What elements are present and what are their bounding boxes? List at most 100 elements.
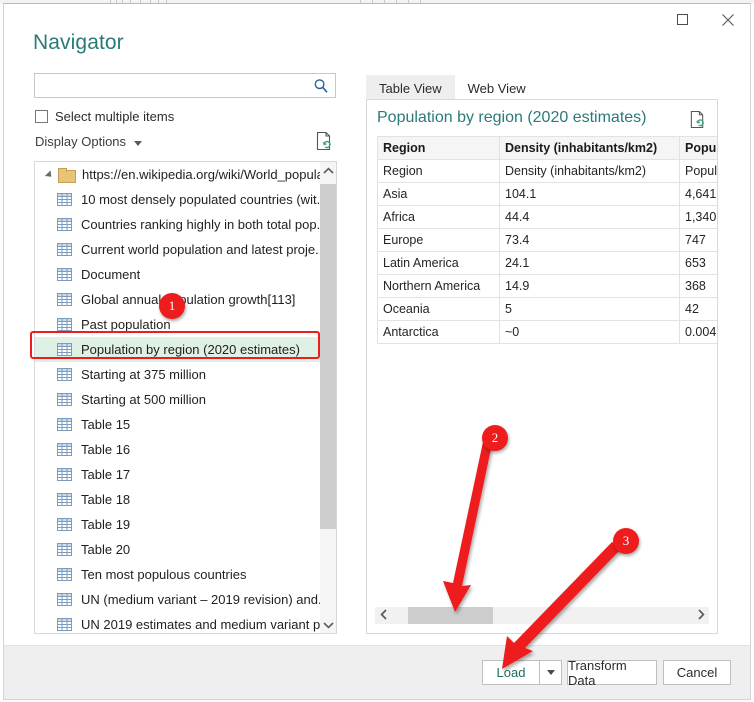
table-header-row: RegionDensity (inhabitants/km2)Populatio… [377, 136, 717, 160]
close-button[interactable] [705, 4, 750, 35]
tree-vertical-scrollbar[interactable] [320, 162, 336, 633]
table-icon [57, 243, 72, 256]
column-header[interactable]: Density (inhabitants/km2) [499, 136, 680, 160]
cancel-button[interactable]: Cancel [663, 660, 731, 685]
load-button[interactable]: Load [482, 660, 540, 685]
preview-refresh-document-icon[interactable] [689, 110, 706, 129]
scroll-left-button[interactable] [375, 607, 392, 624]
tree-item[interactable]: 10 most densely populated countries (wit… [35, 187, 321, 212]
table-row: Africa 44.4 1,340 [377, 205, 717, 229]
tree-item-label: Population by region (2020 estimates) [81, 342, 300, 357]
transform-data-button[interactable]: Transform Data [567, 658, 657, 688]
table-cell: Density (inhabitants/km2) [499, 159, 680, 183]
tree-item-label: Table 16 [81, 442, 131, 457]
table-cell: Population [679, 159, 717, 183]
load-dropdown-button[interactable] [540, 660, 562, 685]
scroll-right-button[interactable] [692, 607, 709, 624]
preview-horizontal-scrollbar[interactable] [375, 607, 709, 624]
column-header[interactable]: Region [377, 136, 500, 160]
tree-item[interactable]: Table 19 [35, 512, 321, 537]
tab-table-view[interactable]: Table View [366, 75, 455, 102]
tree-item-label: Current world population and latest proj… [81, 242, 321, 257]
tree-item-selected[interactable]: Population by region (2020 estimates) [35, 337, 321, 362]
tree-item[interactable]: Current world population and latest proj… [35, 237, 321, 262]
preview-tabs[interactable]: Table View Web View [366, 75, 539, 102]
preview-data-grid[interactable]: RegionDensity (inhabitants/km2)Populatio… [377, 136, 717, 344]
window-controls [660, 4, 750, 35]
table-icon [57, 193, 72, 206]
table-icon [57, 318, 72, 331]
tree-item[interactable]: UN 2019 estimates and medium variant p..… [35, 612, 321, 633]
tree-item[interactable]: Table 15 [35, 412, 321, 437]
navigator-dialog-screenshot: Navigator Select multiple items Display … [0, 0, 754, 702]
table-row: Latin America 24.1 653 [377, 251, 717, 275]
table-row: Antarctica ~0 0.004 [377, 320, 717, 344]
search-box[interactable] [34, 73, 336, 98]
table-row: Europe 73.4 747 [377, 228, 717, 252]
table-cell: 24.1 [499, 251, 680, 275]
select-multiple-items-label: Select multiple items [55, 109, 175, 124]
table-icon [57, 543, 72, 556]
tree-item[interactable]: Table 17 [35, 462, 321, 487]
search-icon[interactable] [312, 77, 330, 95]
tree-item[interactable]: Table 18 [35, 487, 321, 512]
tree-item-label: Starting at 500 million [81, 392, 207, 407]
scroll-down-button[interactable] [320, 616, 336, 633]
table-cell: 42 [679, 297, 717, 321]
maximize-button[interactable] [660, 4, 705, 35]
tree-item-label: Ten most populous countries [81, 567, 247, 582]
table-cell: 1,340 [679, 205, 717, 229]
expander-icon[interactable] [43, 168, 56, 181]
tree-item-label: Table 17 [81, 467, 131, 482]
tree-item[interactable]: Past population [35, 312, 321, 337]
tree-item[interactable]: Table 20 [35, 537, 321, 562]
tree-item[interactable]: Starting at 500 million [35, 387, 321, 412]
table-icon [57, 368, 72, 381]
chevron-down-icon [322, 616, 334, 634]
table-icon [57, 268, 72, 281]
table-cell: Europe [377, 228, 500, 252]
source-tree-panel[interactable]: https://en.wikipedia.org/wiki/World_popu… [34, 161, 337, 634]
table-icon [57, 468, 72, 481]
tree-root-node[interactable]: https://en.wikipedia.org/wiki/World_popu… [35, 162, 321, 187]
table-row: Northern America 14.9 368 [377, 274, 717, 298]
checkbox-box[interactable] [35, 110, 48, 123]
display-options-label: Display Options [35, 134, 127, 149]
tree-item-label: Table 15 [81, 417, 131, 432]
table-cell: Antarctica [377, 320, 500, 344]
chevron-down-icon [134, 140, 143, 146]
display-options-dropdown[interactable]: Display Options [35, 134, 143, 149]
tree-item-label: 10 most densely populated countries (wit… [81, 192, 321, 207]
maximize-icon [677, 14, 688, 25]
tree-item[interactable]: Document [35, 262, 321, 287]
tree-item[interactable]: Table 16 [35, 437, 321, 462]
table-icon [57, 593, 72, 606]
table-icon [57, 343, 72, 356]
table-cell: 5 [499, 297, 680, 321]
tree-item-label: Past population [81, 317, 171, 332]
table-cell: Oceania [377, 297, 500, 321]
tree-item-label: Table 19 [81, 517, 131, 532]
table-icon [57, 293, 72, 306]
table-cell: 0.004 [679, 320, 717, 344]
tree-item[interactable]: Starting at 375 million [35, 362, 321, 387]
scroll-up-button[interactable] [320, 162, 336, 179]
search-input[interactable] [35, 74, 307, 97]
tree-scrollbar-thumb[interactable] [320, 184, 336, 529]
tree-item-label: UN 2019 estimates and medium variant p..… [81, 617, 321, 632]
select-multiple-items-checkbox[interactable]: Select multiple items [35, 109, 174, 124]
tree-item[interactable]: Ten most populous countries [35, 562, 321, 587]
column-header[interactable]: Population [679, 136, 717, 160]
navigator-dialog: Navigator Select multiple items Display … [3, 3, 751, 700]
table-icon [57, 618, 72, 631]
table-icon [57, 568, 72, 581]
tab-web-view[interactable]: Web View [455, 75, 539, 102]
tree-item[interactable]: UN (medium variant – 2019 revision) and.… [35, 587, 321, 612]
table-cell: 104.1 [499, 182, 680, 206]
horizontal-scrollbar-thumb[interactable] [408, 607, 493, 624]
tree-item[interactable]: Global annual population growth[113] [35, 287, 321, 312]
tree-item[interactable]: Countries ranking highly in both total p… [35, 212, 321, 237]
table-cell: Northern America [377, 274, 500, 298]
refresh-document-icon[interactable] [315, 131, 333, 151]
source-tree-list[interactable]: https://en.wikipedia.org/wiki/World_popu… [35, 162, 321, 633]
